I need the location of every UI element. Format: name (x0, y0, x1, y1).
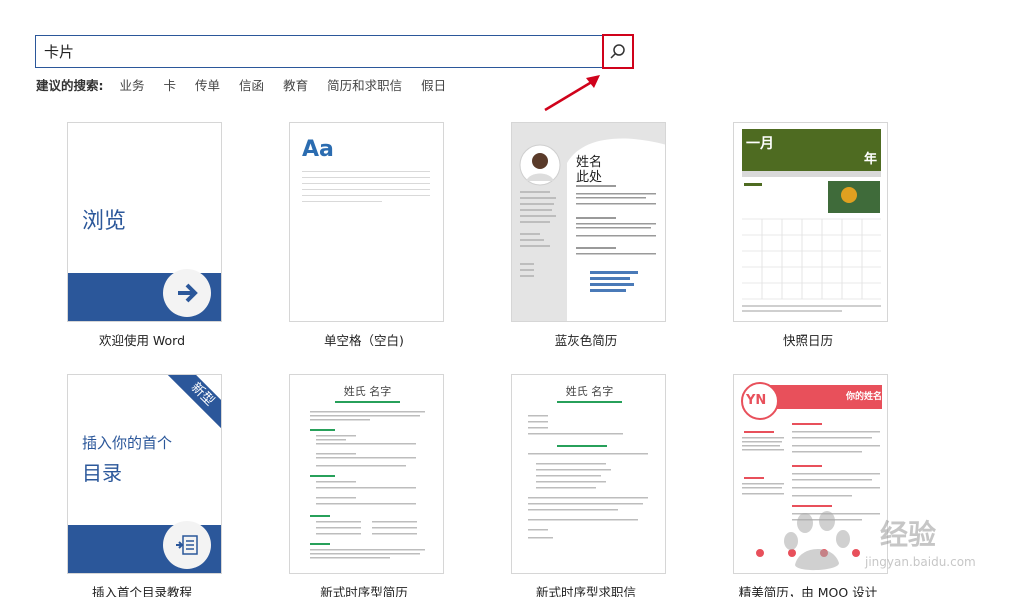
template-gallery: { "search": { "value": "卡片", "suggest_la… (0, 0, 1025, 597)
template-caption: 新式时序型简历 (320, 585, 408, 597)
toc-line2: 目录 (82, 461, 122, 485)
search-button[interactable] (602, 34, 634, 69)
template-card-calendar[interactable]: 一月 年 (733, 122, 888, 322)
template-card-toc[interactable]: 新型 插入你的首个 目录 (67, 374, 222, 574)
baidu-watermark: 经验 jingyan.baidu.com (775, 505, 1005, 585)
template-card-welcome[interactable]: 浏览 (67, 122, 222, 322)
suggestion-link[interactable]: 业务 (120, 75, 145, 94)
template-caption: 单空格（空白) (324, 333, 404, 348)
text-line (302, 201, 382, 202)
letter-preview (528, 401, 648, 539)
suggested-label: 建议的搜索: (36, 77, 104, 93)
browse-label: 浏览 (82, 209, 127, 234)
annotation-arrow-icon (544, 75, 600, 112)
text-line (302, 189, 430, 190)
text-line (302, 195, 430, 196)
template-card-modern-resume[interactable]: 姓氏 名字 (289, 374, 444, 574)
text-line (302, 177, 430, 178)
template-card-resume-bluegrey[interactable]: 姓名 此处 (511, 122, 666, 322)
search-icon (610, 43, 625, 59)
arrow-right-icon (163, 269, 211, 317)
template-card-blank[interactable]: Aa (289, 122, 444, 322)
template-card-cover-letter[interactable]: 姓氏 名字 (511, 374, 666, 574)
suggestion-link[interactable]: 卡 (164, 75, 177, 94)
resume-preview (310, 401, 425, 559)
template-caption: 快照日历 (782, 333, 833, 348)
template-caption: 插入首个目录教程 (91, 585, 192, 597)
suggestion-link[interactable]: 传单 (195, 75, 220, 94)
text-line (302, 171, 430, 172)
toc-line1: 插入你的首个 (82, 434, 173, 452)
moo-initials: YN (746, 393, 767, 408)
watermark-text: 经验 (880, 518, 937, 551)
suggestion-link[interactable]: 简历和求职信 (327, 75, 402, 94)
suggestion-link[interactable]: 信函 (239, 75, 264, 94)
document-icon (163, 521, 211, 569)
calendar-grid (742, 181, 881, 312)
template-caption: 欢迎使用 Word (98, 333, 186, 348)
text-line (302, 183, 430, 184)
template-caption: 蓝灰色简历 (554, 333, 618, 348)
moo-name: 你的姓名 (846, 392, 883, 402)
search-box (35, 34, 634, 69)
suggestion-link[interactable]: 教育 (283, 75, 308, 94)
baidu-paw-icon (784, 511, 850, 571)
watermark-url: jingyan.baidu.com (865, 555, 976, 569)
template-caption: 新式时序型求职信 (535, 585, 636, 597)
resume-name-line2: 此处 (576, 170, 603, 185)
suggested-searches: 建议的搜索: 业务 卡 传单 信函 教育 简历和求职信 假日 (36, 75, 465, 93)
search-input[interactable] (44, 36, 604, 67)
suggestion-link[interactable]: 假日 (421, 75, 446, 94)
new-badge: 新型 (163, 375, 221, 434)
aa-label: Aa (302, 137, 334, 162)
